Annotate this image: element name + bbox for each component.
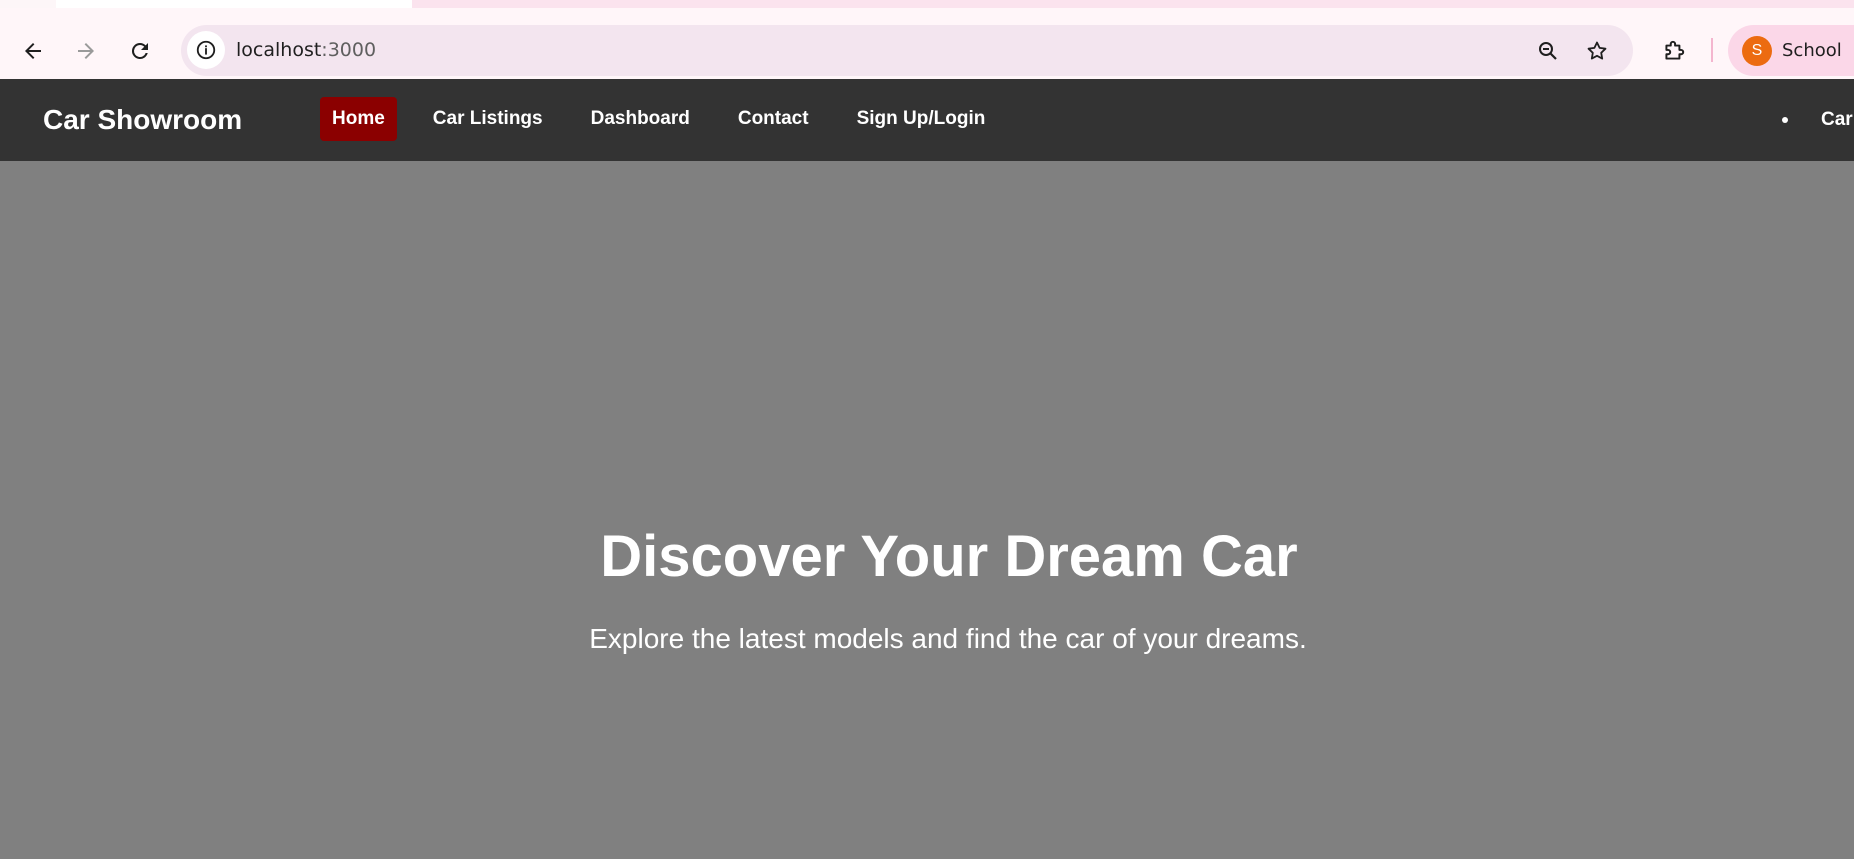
nav-link-signup-login[interactable]: Sign Up/Login [845, 97, 998, 141]
list-bullet-icon [1782, 117, 1788, 123]
site-navbar: Car Showroom Home Car Listings Dashboard… [0, 79, 1854, 161]
forward-button[interactable] [66, 31, 106, 71]
nav-links: Home Car Listings Dashboard Contact Sign… [320, 97, 1021, 141]
hero-subtitle: Explore the latest models and find the c… [589, 623, 1307, 654]
nav-link-contact[interactable]: Contact [726, 97, 821, 141]
reload-icon [131, 42, 148, 59]
nav-overflow-item[interactable]: Car [1782, 109, 1853, 131]
profile-name: School [1782, 40, 1842, 61]
nav-link-home[interactable]: Home [320, 97, 397, 141]
url-text[interactable]: localhost:3000 [236, 39, 376, 61]
back-button[interactable] [13, 31, 53, 71]
nav-link-car-listings[interactable]: Car Listings [421, 97, 555, 141]
puzzle-piece-icon [1665, 40, 1685, 60]
reload-button[interactable] [120, 31, 160, 71]
star-icon [1587, 41, 1607, 60]
hero-title: Discover Your Dream Car [600, 524, 1298, 589]
zoom-out-icon [1539, 42, 1557, 60]
nav-overflow-label: Car [1821, 109, 1853, 130]
avatar: S [1742, 35, 1772, 66]
zoom-button[interactable] [1534, 37, 1562, 65]
brand-logo[interactable]: Car Showroom [43, 104, 242, 136]
browser-tab-strip-background [412, 0, 1854, 8]
profile-button[interactable]: S School [1728, 25, 1854, 76]
site-info-button[interactable] [187, 31, 225, 69]
toolbar-divider [1711, 38, 1713, 62]
forward-arrow-icon [78, 43, 94, 59]
bookmark-button[interactable] [1583, 37, 1611, 65]
extensions-button[interactable] [1654, 31, 1694, 71]
browser-toolbar: localhost:3000 S School [0, 8, 1854, 79]
back-arrow-icon [25, 43, 41, 59]
address-bar[interactable]: localhost:3000 [181, 25, 1633, 76]
nav-link-dashboard[interactable]: Dashboard [579, 97, 702, 141]
info-icon [196, 40, 216, 60]
url-host: localhost [236, 39, 322, 61]
url-port: :3000 [321, 39, 377, 61]
browser-active-tab[interactable] [56, 0, 412, 8]
hero-section: Discover Your Dream Car Explore the late… [0, 161, 1854, 859]
